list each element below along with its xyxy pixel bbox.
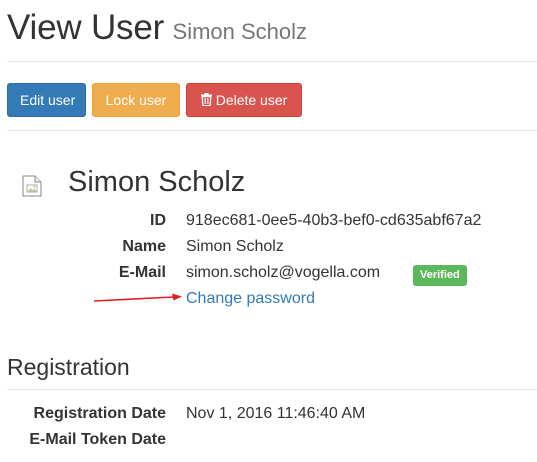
email-label: E-Mail [118, 264, 166, 281]
page-subtitle: Simon Scholz [172, 19, 308, 44]
trash-icon [200, 85, 212, 117]
lock-user-label: Lock user [105, 92, 167, 108]
edit-user-label: Edit user [20, 92, 76, 108]
page-header: View User Simon Scholz [7, 8, 307, 48]
email-token-date-label: E-Mail Token Date [29, 431, 166, 448]
name-label: Name [122, 238, 166, 255]
registration-date-value: Nov 1, 2016 11:46:40 AM [186, 405, 366, 422]
toolbar-divider [7, 130, 537, 131]
edit-user-button[interactable]: Edit user [7, 83, 86, 117]
id-label: ID [150, 212, 166, 229]
email-value: simon.scholz@vogella.com [186, 264, 381, 281]
lock-user-button[interactable]: Lock user [92, 83, 180, 117]
name-value: Simon Scholz [186, 238, 284, 255]
registration-divider [7, 389, 537, 390]
id-value: 918ec681-0ee5-40b3-bef0-cd635abf67a2 [186, 212, 482, 229]
user-display-name: Simon Scholz [68, 166, 246, 198]
verified-badge: Verified [413, 265, 467, 286]
registration-date-label: Registration Date [33, 405, 166, 422]
broken-image-icon [22, 175, 42, 197]
registration-title: Registration [7, 354, 130, 380]
change-password-link[interactable]: Change password [186, 290, 315, 308]
header-divider [7, 61, 537, 62]
page-title: View User [7, 8, 165, 47]
delete-user-label: Delete user [215, 92, 288, 108]
red-arrow-annotation [94, 293, 182, 302]
delete-user-button[interactable]: Delete user [186, 83, 302, 117]
